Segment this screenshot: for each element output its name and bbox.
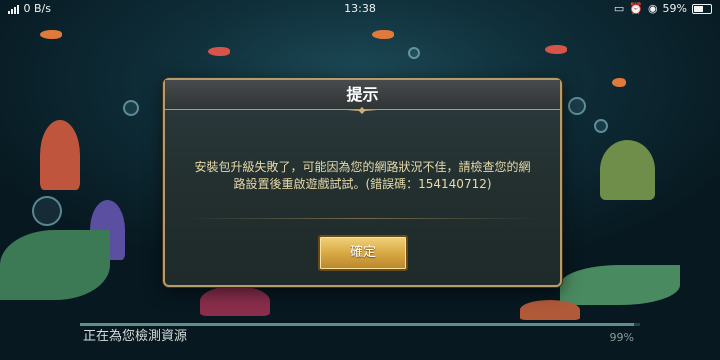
location-icon: ◉ [647,2,658,15]
bubble-decoration [594,119,608,133]
coral-decoration [40,120,80,190]
loading-progress-fill [80,323,635,326]
loading-percent: 99% [609,331,634,344]
coral-decoration [200,286,270,316]
dialog-message: 安裝包升級失敗了，可能因為您的網路狀況不佳，請檢查您的網 路設置後重啟遊戲試試。… [165,159,560,193]
fish-decoration [612,78,626,87]
coral-decoration [600,140,655,200]
ornament-icon [347,107,377,114]
bubble-decoration [568,97,586,115]
dialog-message-line: 安裝包升級失敗了，可能因為您的網路狀況不佳，請檢查您的網 [194,160,531,174]
confirm-button[interactable]: 確定 [318,235,408,271]
seaweed-decoration [0,230,110,300]
fish-decoration [372,30,394,39]
divider [185,218,540,219]
fish-decoration [208,47,230,56]
fish-decoration [545,45,567,54]
battery-percent: 59% [662,2,687,15]
bubble-decoration [123,100,139,116]
status-right: ▭ ⏰ ◉ 59% [614,0,712,18]
cast-icon: ▭ [613,2,625,15]
coral-decoration [520,300,580,320]
loading-label: 正在為您檢測資源 [83,329,188,344]
dialog-message-line: 路設置後重啟遊戲試試。(錯誤碼：154140712) [233,177,492,191]
battery-icon [692,4,712,14]
loading-progress-bar [80,323,640,326]
seaweed-decoration [560,265,680,305]
bubble-decoration [32,196,62,226]
status-time: 13:38 [344,2,376,15]
bubble-decoration [408,47,420,59]
status-bar: 0 B/s 13:38 ▭ ⏰ ◉ 59% [0,0,720,18]
alert-dialog: 提示 安裝包升級失敗了，可能因為您的網路狀況不佳，請檢查您的網 路設置後重啟遊戲… [163,78,562,287]
fish-decoration [40,30,62,39]
alarm-icon: ⏰ [629,2,643,15]
